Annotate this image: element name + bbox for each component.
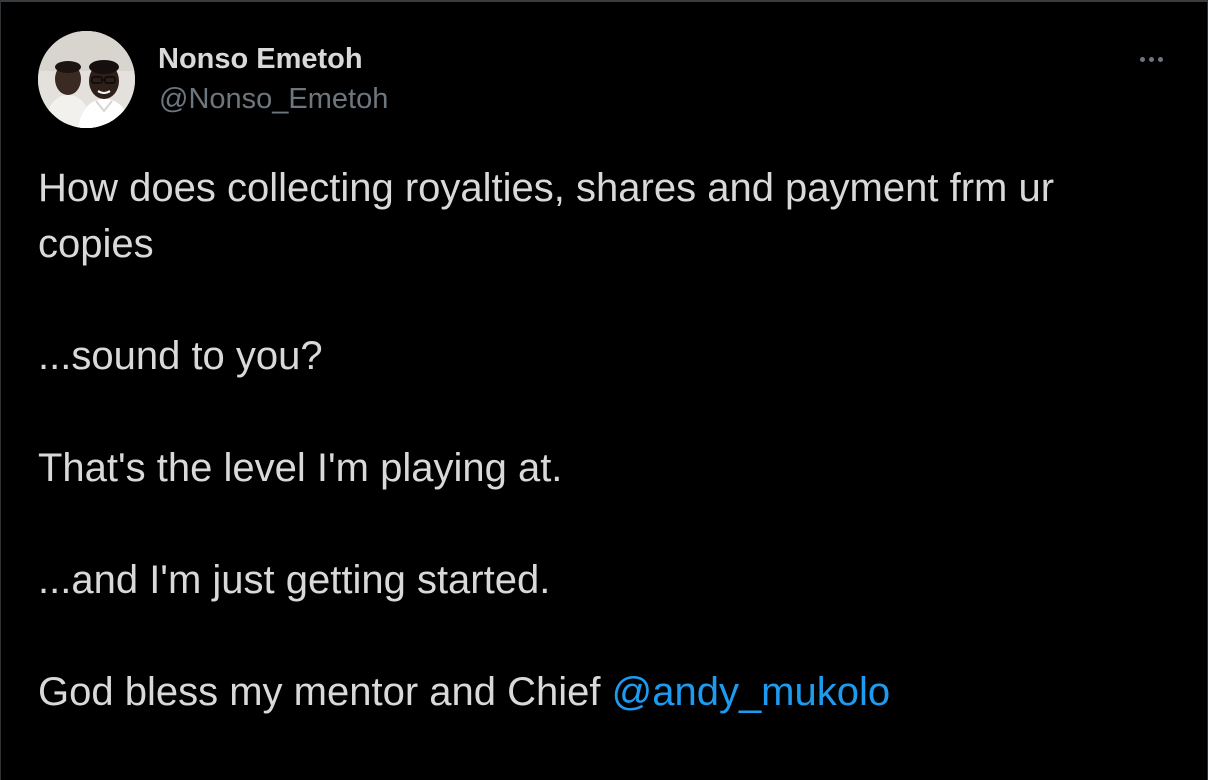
tweet-line-text: God bless my mentor and Chief xyxy=(38,670,612,714)
author-display-name[interactable]: Nonso Emetoh xyxy=(158,42,363,76)
line-break xyxy=(38,496,1178,552)
avatar[interactable] xyxy=(38,31,135,128)
tweet-card: Nonso Emetoh @Nonso_Emetoh How does coll… xyxy=(0,0,1208,780)
author-handle[interactable]: @Nonso_Emetoh xyxy=(159,82,388,116)
line-break xyxy=(38,272,1178,328)
tweet-text: How does collecting royalties, shares an… xyxy=(38,160,1178,720)
more-horizontal-icon-dot xyxy=(1148,56,1154,62)
tweet-line-with-mention: God bless my mentor and Chief @andy_muko… xyxy=(38,664,1178,720)
line-break xyxy=(38,608,1178,664)
tweet-line: ...sound to you? xyxy=(38,334,323,378)
more-horizontal-icon-dot xyxy=(1157,56,1163,62)
mention-link[interactable]: @andy_mukolo xyxy=(612,670,891,714)
more-horizontal-icon-dot xyxy=(1139,56,1145,62)
tweet-line: That's the level I'm playing at. xyxy=(38,446,563,490)
tweet-line: How does collecting royalties, shares an… xyxy=(38,166,1055,266)
more-options-button[interactable] xyxy=(1129,44,1173,74)
tweet-line: ...and I'm just getting started. xyxy=(38,558,551,602)
line-break xyxy=(38,384,1178,440)
profile-photo xyxy=(38,31,135,128)
